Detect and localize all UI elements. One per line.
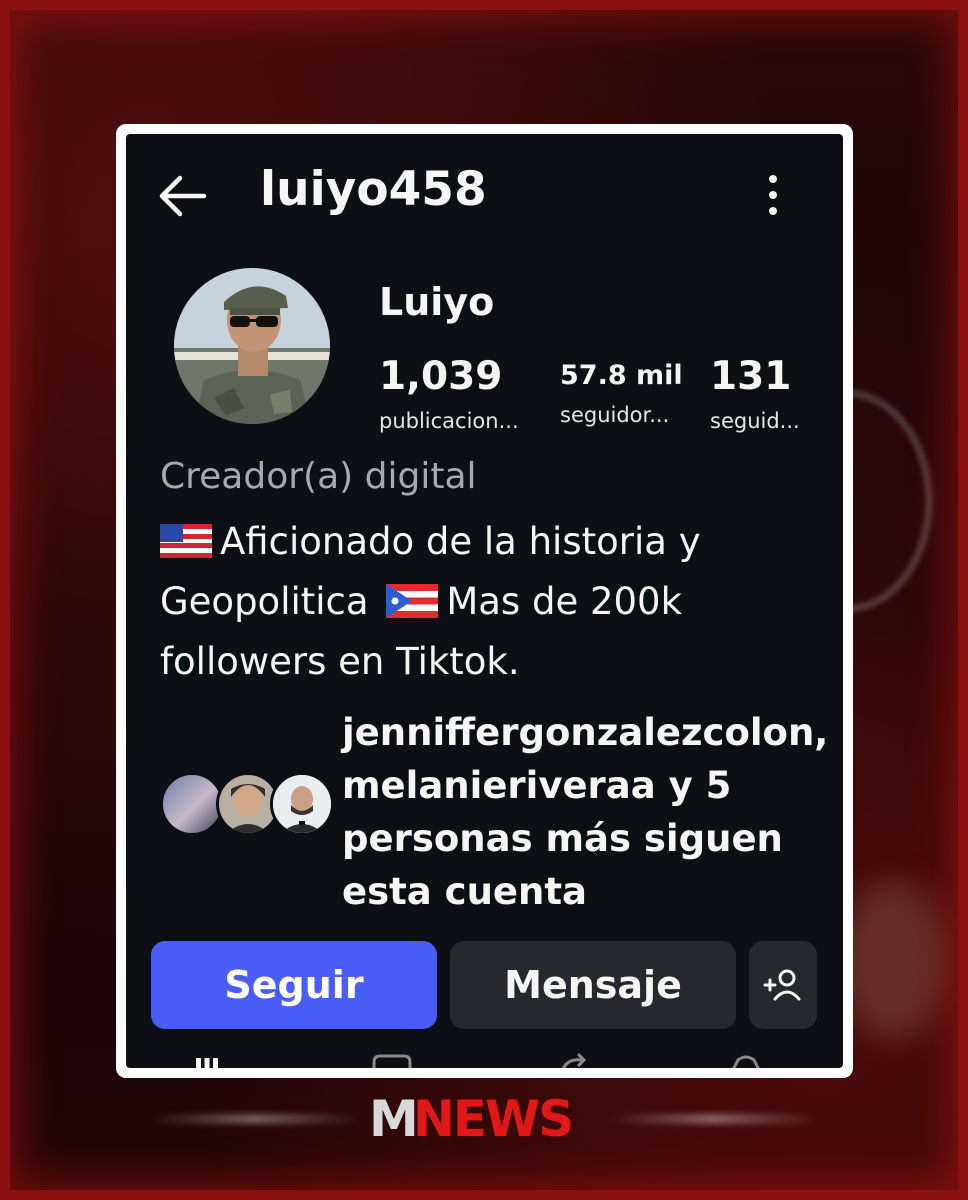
mutual-avatar-photo [219, 775, 277, 833]
mutual-followers-text[interactable]: jenniffergonzalezcolon, melanieriveraa y… [342, 706, 828, 918]
brand-logo: M NEWS [0, 1088, 968, 1159]
header-username: luiyo458 [260, 162, 487, 217]
message-button[interactable]: Mensaje [450, 941, 736, 1029]
svg-text:NEWS: NEWS [413, 1090, 572, 1148]
following-label[interactable]: seguid... [710, 409, 800, 433]
bio-text-line-2b: Mas de 200k [446, 580, 683, 623]
arrow-left-icon [159, 175, 207, 217]
profile-bio: Aficionado de la historia y Geopolitica … [160, 512, 820, 692]
add-user-icon [763, 969, 801, 1001]
profile-display-name: Luiyo [379, 280, 495, 324]
followers-count[interactable]: 57.8 mil [560, 360, 683, 391]
bio-line-3: followers en Tiktok. [160, 640, 520, 683]
brand-logo-graphic: M NEWS [369, 1090, 574, 1148]
bio-line-1: Aficionado de la historia y [160, 512, 820, 572]
profile-avatar[interactable] [174, 268, 330, 424]
mutual-avatar-photo [273, 775, 331, 833]
more-vertical-icon [769, 175, 777, 215]
repost-tab-icon[interactable] [554, 1052, 594, 1068]
bio-text-line-2a: Geopolitica [160, 580, 369, 623]
bio-text-line-1: Aficionado de la historia y [220, 520, 701, 563]
profile-screenshot-card: luiyo458 Luiyo 1,039 publicacion... 57.8… [116, 124, 853, 1078]
suggested-users-button[interactable] [749, 941, 817, 1029]
posts-count[interactable]: 1,039 [379, 354, 502, 399]
back-button[interactable] [154, 168, 210, 224]
svg-text:M: M [369, 1090, 417, 1148]
avatar-photo [174, 268, 330, 424]
mutual-follower-avatar[interactable] [270, 772, 334, 836]
mutual-follower-avatar[interactable] [160, 772, 224, 836]
us-flag-icon [160, 524, 212, 558]
reels-tab-icon[interactable] [370, 1052, 414, 1068]
more-options-button[interactable] [758, 172, 788, 218]
following-count[interactable]: 131 [710, 354, 791, 399]
follow-button[interactable]: Seguir [151, 941, 437, 1029]
posts-label[interactable]: publicacion... [379, 409, 519, 433]
bio-line-2: Geopolitica Mas de 200k [160, 572, 820, 632]
profile-category: Creador(a) digital [160, 456, 477, 497]
tagged-tab-icon[interactable] [726, 1052, 766, 1068]
puerto-rico-flag-icon [386, 584, 439, 618]
grid-tab-icon[interactable] [194, 1052, 220, 1068]
instagram-profile-screen: luiyo458 Luiyo 1,039 publicacion... 57.8… [126, 134, 843, 1068]
followers-label[interactable]: seguidor... [560, 403, 669, 427]
